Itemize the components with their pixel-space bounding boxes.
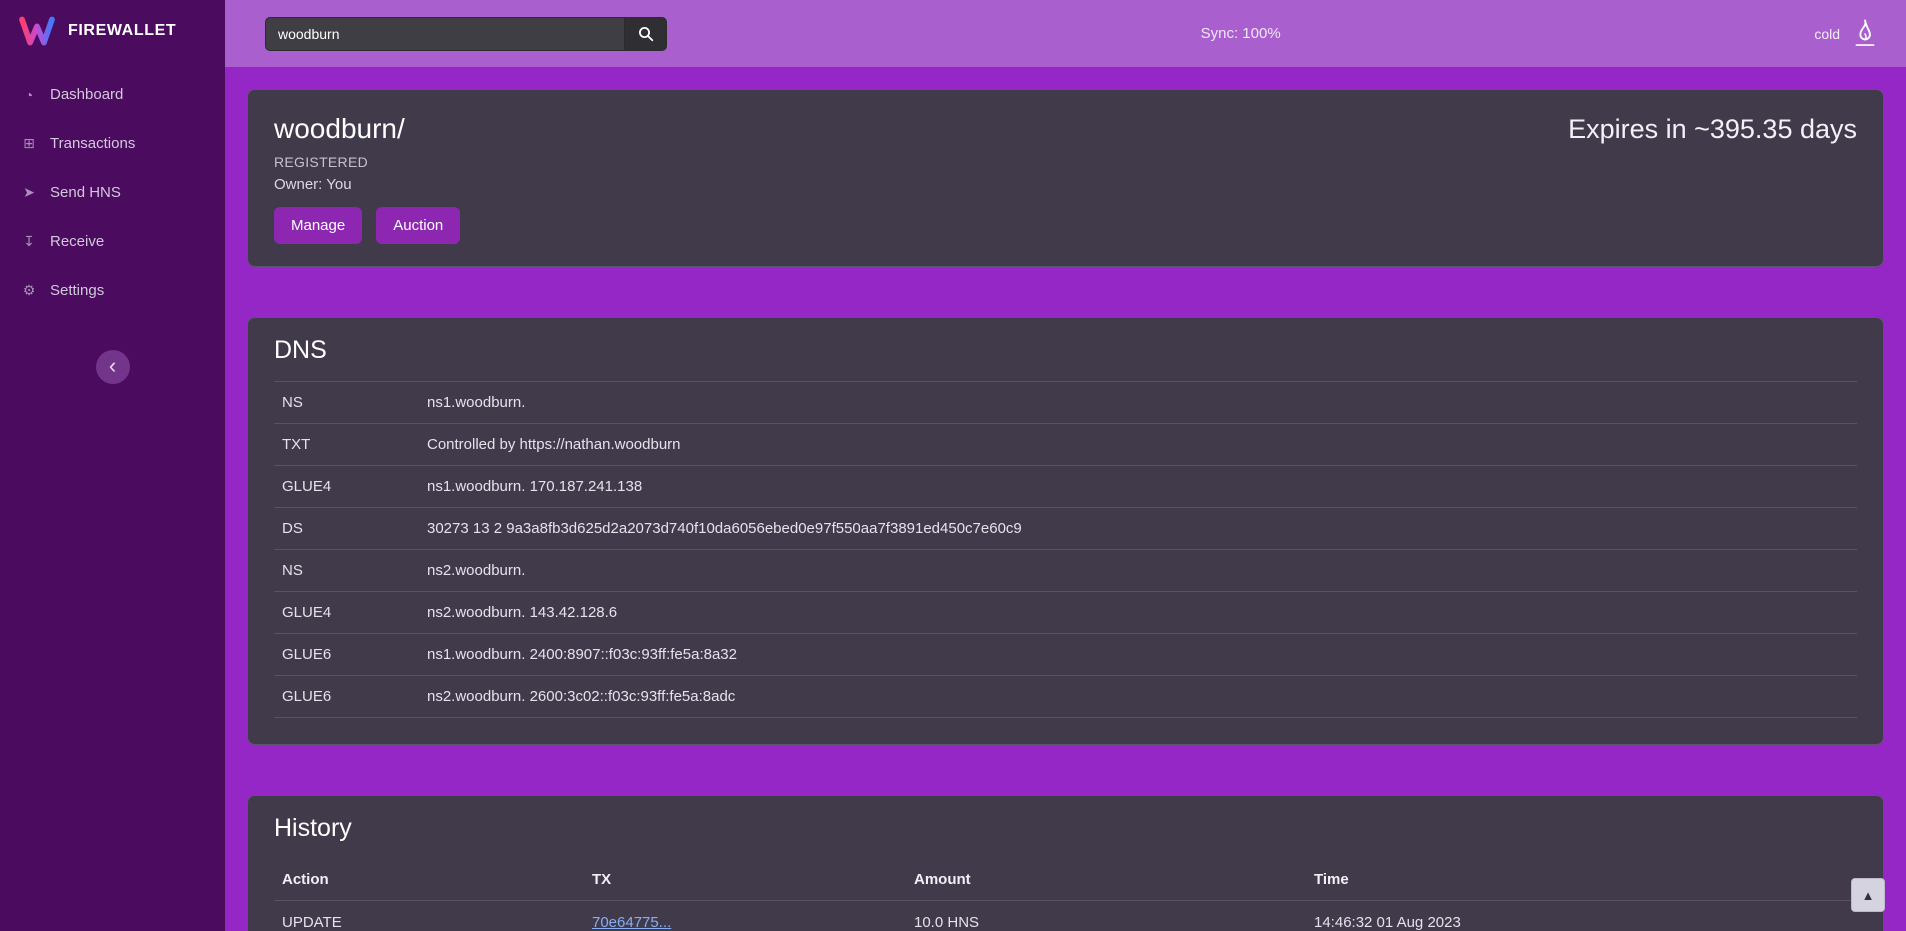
wallet-mode-label: cold: [1814, 26, 1840, 42]
dns-record-value: ns1.woodburn. 170.187.241.138: [419, 466, 1857, 508]
firewallet-logo-icon: [18, 16, 56, 46]
history-action: UPDATE: [274, 901, 584, 931]
dns-record-type: GLUE4: [274, 466, 419, 508]
table-icon: ⊞: [20, 135, 38, 152]
sidebar-item-label: Receive: [50, 233, 104, 250]
domain-card-left: woodburn/ REGISTERED Owner: You Manage A…: [274, 112, 460, 244]
history-col-tx: TX: [584, 859, 906, 901]
dns-record-row: NS ns1.woodburn.: [274, 382, 1857, 424]
sidebar-nav: ◔ Dashboard ⊞ Transactions ➤ Send HNS ↧ …: [0, 70, 225, 315]
app-window: FIREWALLET ◔ Dashboard ⊞ Transactions ➤ …: [0, 0, 1906, 931]
history-col-time: Time: [1306, 859, 1857, 901]
domain-name: woodburn/: [274, 112, 460, 146]
sidebar-item-transactions[interactable]: ⊞ Transactions: [0, 119, 225, 168]
history-amount: 10.0 HNS: [906, 901, 1306, 931]
history-row: UPDATE 70e64775... 10.0 HNS 14:46:32 01 …: [274, 901, 1857, 931]
sidebar-item-label: Send HNS: [50, 184, 121, 201]
history-header-row: Action TX Amount Time: [274, 859, 1857, 901]
dns-record-value: ns2.woodburn. 2600:3c02::f03c:93ff:fe5a:…: [419, 676, 1857, 718]
dns-record-row: GLUE6 ns2.woodburn. 2600:3c02::f03c:93ff…: [274, 676, 1857, 718]
domain-expiry: Expires in ~395.35 days: [1568, 112, 1857, 244]
receive-icon: ↧: [20, 233, 38, 250]
tx-link[interactable]: 70e64775...: [592, 914, 671, 931]
history-table: Action TX Amount Time UPDATE 70e64775...…: [274, 859, 1857, 931]
brand: FIREWALLET: [0, 0, 225, 62]
domain-owner: Owner: You: [274, 176, 460, 193]
dns-record-type: GLUE6: [274, 676, 419, 718]
topbar: Sync: 100% cold: [225, 0, 1906, 67]
dns-record-value: ns2.woodburn.: [419, 550, 1857, 592]
dns-title: DNS: [274, 336, 1857, 365]
dns-record-type: NS: [274, 382, 419, 424]
history-col-action: Action: [274, 859, 584, 901]
sidebar-item-label: Dashboard: [50, 86, 123, 103]
sidebar: FIREWALLET ◔ Dashboard ⊞ Transactions ➤ …: [0, 0, 225, 931]
history-col-amount: Amount: [906, 859, 1306, 901]
auction-button[interactable]: Auction: [376, 207, 460, 244]
search-input[interactable]: [265, 17, 625, 51]
search-button[interactable]: [625, 17, 667, 51]
history-time: 14:46:32 01 Aug 2023: [1306, 901, 1857, 931]
dns-record-type: DS: [274, 508, 419, 550]
dns-record-value: ns1.woodburn.: [419, 382, 1857, 424]
dns-record-row: DS 30273 13 2 9a3a8fb3d625d2a2073d740f10…: [274, 508, 1857, 550]
sync-status: Sync: 100%: [667, 25, 1814, 42]
dns-record-value: ns2.woodburn. 143.42.128.6: [419, 592, 1857, 634]
sidebar-item-settings[interactable]: ⚙ Settings: [0, 266, 225, 315]
dns-record-type: NS: [274, 550, 419, 592]
dns-record-row: GLUE4 ns1.woodburn. 170.187.241.138: [274, 466, 1857, 508]
dns-record-value: Controlled by https://nathan.woodburn: [419, 424, 1857, 466]
brand-name: FIREWALLET: [68, 22, 176, 40]
dns-table: NS ns1.woodburn. TXT Controlled by https…: [274, 381, 1857, 718]
speedometer-icon: ◔: [20, 87, 38, 103]
sidebar-item-send-hns[interactable]: ➤ Send HNS: [0, 168, 225, 217]
main-area: Sync: 100% cold woodburn/ REGISTERED Own…: [225, 0, 1906, 931]
dns-record-row: GLUE6 ns1.woodburn. 2400:8907::f03c:93ff…: [274, 634, 1857, 676]
history-title: History: [274, 814, 1857, 843]
dns-record-row: GLUE4 ns2.woodburn. 143.42.128.6: [274, 592, 1857, 634]
dns-record-type: GLUE6: [274, 634, 419, 676]
wallet-mode: cold: [1814, 18, 1880, 50]
domain-card: woodburn/ REGISTERED Owner: You Manage A…: [247, 89, 1884, 267]
sidebar-collapse-button[interactable]: ‹: [96, 350, 130, 384]
dns-record-row: TXT Controlled by https://nathan.woodbur…: [274, 424, 1857, 466]
dns-card: DNS NS ns1.woodburn. TXT Controlled by h…: [247, 317, 1884, 745]
domain-actions: Manage Auction: [274, 207, 460, 244]
history-card: History Action TX Amount Time UPDATE: [247, 795, 1884, 931]
scroll-to-top-button[interactable]: ▲: [1851, 878, 1885, 912]
chevron-left-icon: ‹: [109, 351, 116, 381]
sidebar-item-dashboard[interactable]: ◔ Dashboard: [0, 70, 225, 119]
search-group: [265, 17, 667, 51]
dns-record-type: TXT: [274, 424, 419, 466]
dns-record-type: GLUE4: [274, 592, 419, 634]
dns-record-value: 30273 13 2 9a3a8fb3d625d2a2073d740f10da6…: [419, 508, 1857, 550]
flame-icon: [1850, 18, 1880, 50]
gear-icon: ⚙: [20, 282, 38, 299]
content: woodburn/ REGISTERED Owner: You Manage A…: [225, 67, 1906, 931]
dns-record-value: ns1.woodburn. 2400:8907::f03c:93ff:fe5a:…: [419, 634, 1857, 676]
send-icon: ➤: [20, 184, 38, 201]
domain-status: REGISTERED: [274, 154, 460, 170]
chevron-up-icon: ▲: [1862, 888, 1875, 903]
manage-button[interactable]: Manage: [274, 207, 362, 244]
sidebar-item-label: Settings: [50, 282, 104, 299]
sidebar-item-label: Transactions: [50, 135, 135, 152]
sidebar-item-receive[interactable]: ↧ Receive: [0, 217, 225, 266]
search-icon: [638, 26, 654, 42]
dns-record-row: NS ns2.woodburn.: [274, 550, 1857, 592]
